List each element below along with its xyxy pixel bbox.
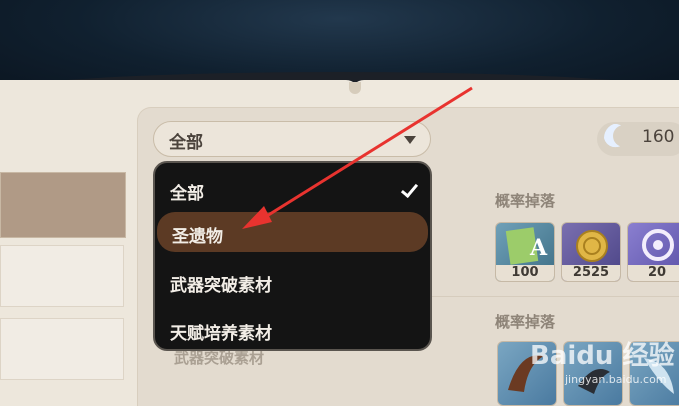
mora-coin-icon (576, 230, 608, 262)
watermark-logo: Baidu 经验 (530, 341, 675, 371)
item-quantity: 2525 (562, 265, 620, 281)
menu-item-label: 天赋培养素材 (170, 324, 272, 344)
item-quantity: 20 (628, 265, 679, 281)
menu-item-label: 圣遗物 (172, 227, 223, 247)
adventure-exp-icon: A (505, 227, 548, 265)
menu-item-talent-materials[interactable]: 天赋培养素材 (155, 309, 430, 349)
left-list-item[interactable] (0, 318, 124, 380)
drops-section-title: 概率掉落 (495, 313, 556, 331)
watermark-url: jingyan.baidu.com (565, 373, 667, 386)
filter-dropdown[interactable]: 全部 (153, 121, 431, 157)
drops-section-title: 概率掉落 (495, 192, 556, 210)
menu-item-label: 武器突破素材 (170, 276, 272, 296)
item-quantity: 100 (496, 265, 554, 281)
checkmark-icon (400, 179, 419, 199)
companionship-exp-icon (642, 229, 674, 261)
svg-text:A: A (529, 235, 548, 261)
left-list-item-selected[interactable] (0, 172, 126, 238)
drop-item-tile[interactable]: A 100 (495, 222, 555, 282)
filter-dropdown-value: 全部 (169, 133, 203, 153)
book-spine (349, 82, 361, 94)
drop-item-tile[interactable]: 20 (627, 222, 679, 282)
resin-count: 160 (642, 127, 675, 147)
menu-item-all[interactable]: 全部 (155, 169, 430, 209)
menu-item-label: 全部 (170, 184, 204, 204)
drop-item-tile[interactable]: 2525 (561, 222, 621, 282)
filter-dropdown-menu: 全部 圣遗物 武器突破素材 天赋培养素材 (153, 161, 432, 351)
menu-item-artifacts[interactable]: 圣遗物 (157, 212, 428, 252)
menu-item-weapon-ascension[interactable]: 武器突破素材 (155, 261, 430, 301)
original-resin-icon (604, 123, 635, 153)
left-list-item[interactable] (0, 245, 124, 307)
chevron-down-icon (404, 136, 416, 144)
